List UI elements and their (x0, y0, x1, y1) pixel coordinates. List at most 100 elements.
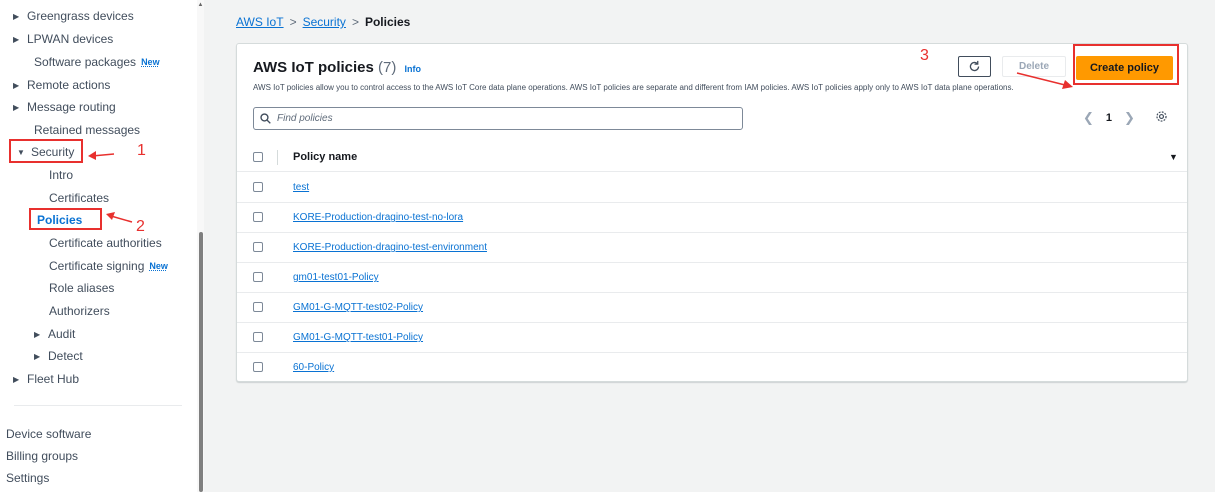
sidebar-item-label: Device software (6, 427, 92, 441)
sidebar-item-label: Authorizers (49, 304, 110, 318)
annotation-number-1: 1 (137, 142, 146, 159)
annotation-number-3: 3 (920, 47, 929, 64)
column-header-policy-name[interactable]: Policy name (293, 151, 357, 163)
caret-right-icon: ▶ (34, 329, 41, 339)
sidebar-item-device-software[interactable]: Device software (6, 427, 91, 441)
table-header: Policy name ▼ (237, 143, 1187, 172)
sidebar: ▶ Greengrass devices ▶ LPWAN devices Softw… (0, 0, 204, 492)
sidebar-item-message-routing[interactable]: ▶ Message routing (13, 100, 116, 114)
card-title-text: AWS IoT policies (253, 59, 374, 76)
row-checkbox[interactable] (253, 362, 263, 372)
row-checkbox[interactable] (253, 212, 263, 222)
page-number[interactable]: 1 (1106, 112, 1112, 124)
annotation-box-security (9, 139, 83, 163)
caret-right-icon: ▶ (13, 34, 20, 44)
caret-right-icon: ▶ (34, 351, 41, 361)
pagination: ❮ 1 ❯ (1083, 110, 1135, 126)
sidebar-item-certificate-signing[interactable]: Certificate signing New (49, 259, 168, 273)
sidebar-item-label: Settings (6, 471, 50, 485)
sidebar-item-label: Message routing (27, 100, 116, 114)
sidebar-item-lpwan-devices[interactable]: ▶ LPWAN devices (13, 32, 113, 46)
sidebar-item-label: Intro (49, 168, 74, 182)
sidebar-item-audit[interactable]: ▶ Audit (34, 327, 75, 341)
gear-icon[interactable] (1155, 110, 1168, 123)
breadcrumb-separator-icon: > (289, 15, 297, 29)
annotation-arrow-1 (88, 151, 115, 160)
breadcrumb-security[interactable]: Security (303, 15, 346, 29)
select-all-checkbox[interactable] (253, 152, 263, 162)
column-divider (277, 150, 278, 165)
table-row: GM01-G-MQTT-test02-Policy (237, 293, 1187, 323)
sidebar-item-remote-actions[interactable]: ▶ Remote actions (13, 78, 110, 92)
row-checkbox[interactable] (253, 332, 263, 342)
policy-link[interactable]: KORE-Production-dragino-test-no-lora (293, 212, 463, 223)
sidebar-item-label: LPWAN devices (27, 32, 114, 46)
next-page-icon[interactable]: ❯ (1124, 110, 1135, 126)
scroll-up-icon[interactable]: ▲ (197, 2, 204, 8)
search-field[interactable] (253, 107, 743, 130)
breadcrumb-aws-iot[interactable]: AWS IoT (236, 15, 284, 29)
sidebar-item-certificate-authorities[interactable]: Certificate authorities (49, 236, 162, 250)
row-checkbox[interactable] (253, 272, 263, 282)
policy-link[interactable]: GM01-G-MQTT-test01-Policy (293, 332, 423, 343)
sidebar-item-label: Remote actions (27, 78, 111, 92)
sidebar-item-billing-groups[interactable]: Billing groups (6, 449, 78, 463)
sidebar-item-label: Certificates (49, 191, 110, 205)
page-title: AWS IoT policies (7) Info (253, 59, 421, 76)
sidebar-item-label: Audit (48, 327, 76, 341)
sidebar-item-label: Detect (48, 349, 83, 363)
sidebar-item-label: Greengrass devices (27, 9, 134, 23)
sidebar-item-label: Role aliases (49, 281, 115, 295)
sidebar-item-intro[interactable]: Intro (49, 168, 73, 182)
annotation-box-policies (29, 208, 102, 230)
sidebar-item-detect[interactable]: ▶ Detect (34, 349, 83, 363)
new-badge: New (141, 57, 160, 67)
sidebar-item-role-aliases[interactable]: Role aliases (49, 281, 114, 295)
row-checkbox[interactable] (253, 242, 263, 252)
sidebar-item-certificates[interactable]: Certificates (49, 191, 109, 205)
sidebar-item-fleet-hub[interactable]: ▶ Fleet Hub (13, 372, 79, 386)
card-description: AWS IoT policies allow you to control ac… (253, 83, 1014, 92)
caret-right-icon: ▶ (13, 374, 20, 384)
breadcrumb: AWS IoT > Security > Policies (236, 15, 410, 29)
sidebar-item-label: Certificate signing (49, 259, 145, 273)
search-icon (260, 113, 271, 124)
page: ▶ Greengrass devices ▶ LPWAN devices Softw… (0, 0, 1215, 492)
caret-right-icon: ▶ (13, 102, 20, 112)
policy-link[interactable]: GM01-G-MQTT-test02-Policy (293, 302, 423, 313)
annotation-arrow-3 (1016, 72, 1073, 89)
sidebar-item-label: Fleet Hub (27, 372, 80, 386)
breadcrumb-current: Policies (364, 15, 411, 29)
search-input[interactable] (277, 113, 717, 124)
sidebar-item-settings[interactable]: Settings (6, 471, 49, 485)
sidebar-item-software-packages[interactable]: Software packages New (34, 55, 160, 69)
sidebar-item-authorizers[interactable]: Authorizers (49, 304, 110, 318)
sidebar-item-retained-messages[interactable]: Retained messages (34, 123, 140, 137)
refresh-button[interactable] (958, 56, 991, 77)
annotation-number-2: 2 (136, 218, 145, 235)
sidebar-item-greengrass-devices[interactable]: ▶ Greengrass devices (13, 9, 134, 23)
previous-page-icon[interactable]: ❮ (1083, 110, 1094, 126)
sidebar-item-label: Retained messages (34, 123, 141, 137)
sidebar-item-label: Certificate authorities (49, 236, 162, 250)
row-checkbox[interactable] (253, 182, 263, 192)
refresh-icon (969, 60, 980, 72)
policy-link[interactable]: gm01-test01-Policy (293, 272, 379, 283)
policy-link[interactable]: test (293, 182, 309, 193)
breadcrumb-separator-icon: > (351, 15, 359, 29)
info-link[interactable]: Info (405, 64, 422, 74)
table-row: gm01-test01-Policy (237, 263, 1187, 293)
sidebar-scrollbar-thumb[interactable] (199, 232, 203, 492)
policies-table-container: AWS IoT policies (7) Info AWS IoT polici… (236, 43, 1188, 382)
annotation-arrow-2 (106, 212, 133, 223)
sidebar-divider (14, 405, 182, 406)
row-checkbox[interactable] (253, 302, 263, 312)
policy-link[interactable]: 60-Policy (293, 362, 334, 373)
sidebar-item-label: Software packages (34, 55, 137, 69)
policy-link[interactable]: KORE-Production-dragino-test-environment (293, 242, 487, 253)
table-row: KORE-Production-dragino-test-environment (237, 233, 1187, 263)
sort-down-icon[interactable]: ▼ (1169, 152, 1178, 162)
table-row: test (237, 173, 1187, 203)
caret-right-icon: ▶ (13, 80, 20, 90)
table-row: KORE-Production-dragino-test-no-lora (237, 203, 1187, 233)
